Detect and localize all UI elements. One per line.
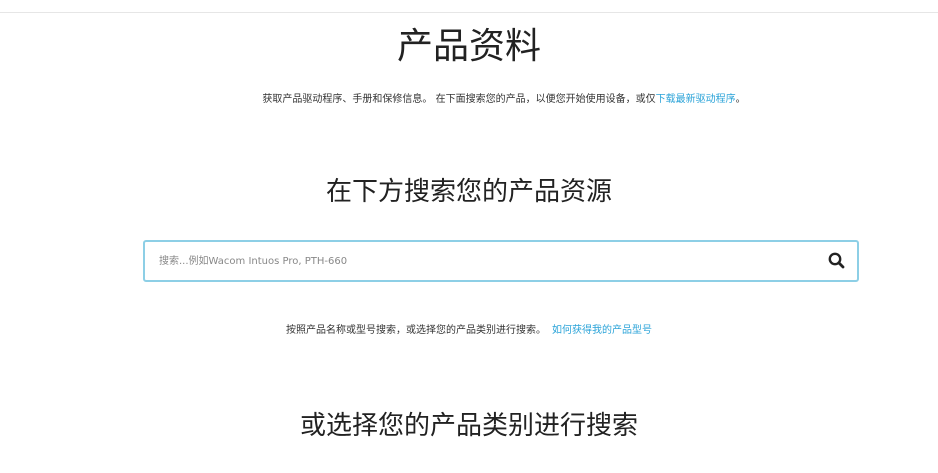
search-box [143, 240, 859, 282]
find-model-number-link[interactable]: 如何获得我的产品型号 [552, 325, 652, 336]
search-button[interactable] [825, 249, 849, 273]
search-input[interactable] [145, 242, 815, 280]
product-resources-page: 产品资料 获取产品驱动程序、手册和保修信息。 在下面搜索您的产品，以便您开始使用… [0, 0, 938, 473]
intro-suffix: 。 [735, 94, 746, 105]
category-heading: 或选择您的产品类别进行搜索 [299, 411, 638, 441]
intro-body: 获取产品驱动程序、手册和保修信息。 在下面搜索您的产品，以便您开始使用设备，或仅 [262, 94, 656, 105]
download-drivers-link[interactable]: 下载最新驱动程序 [656, 94, 736, 105]
top-navigation-strip [0, 0, 938, 13]
intro-text: 获取产品驱动程序、手册和保修信息。 在下面搜索您的产品，以便您开始使用设备，或仅… [219, 90, 789, 110]
helper-text: 按照产品名称或型号搜索，或选择您的产品类别进行搜索。 [286, 325, 546, 336]
page-title: 产品资料 [396, 26, 541, 67]
search-icon [828, 252, 845, 269]
search-helper: 按照产品名称或型号搜索，或选择您的产品类别进行搜索。 如何获得我的产品型号 [0, 322, 938, 340]
search-heading: 在下方搜索您的产品资源 [325, 177, 612, 207]
